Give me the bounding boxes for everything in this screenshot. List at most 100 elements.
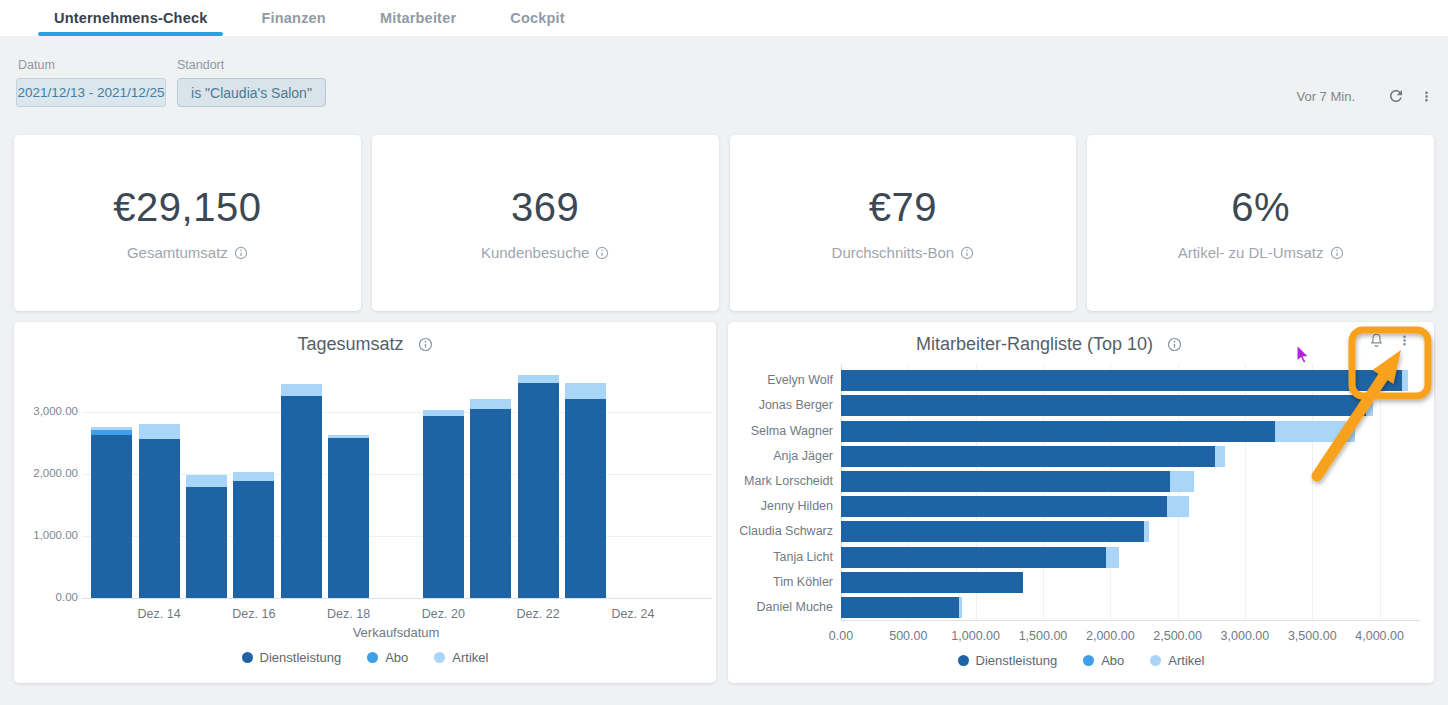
kebab-menu-icon[interactable] bbox=[1419, 89, 1434, 104]
legend-dot bbox=[1083, 655, 1094, 666]
bar-dez-16[interactable] bbox=[233, 472, 274, 598]
category-label: Tim Köhler bbox=[728, 575, 833, 589]
bar-tanja-licht[interactable] bbox=[841, 547, 1119, 568]
x-axis-tick-label: Dez. 16 bbox=[214, 607, 294, 621]
info-icon[interactable] bbox=[1330, 246, 1344, 260]
bar-dez-14[interactable] bbox=[139, 424, 180, 598]
bar-evelyn-wolf[interactable] bbox=[841, 370, 1408, 391]
bar-segment-dienstleistung bbox=[841, 597, 959, 618]
x-axis-tick-label: 1,500.00 bbox=[1008, 629, 1078, 643]
x-axis-tick-label: 3,000.00 bbox=[1210, 629, 1280, 643]
category-label: Daniel Muche bbox=[728, 600, 833, 614]
category-label: Anja Jäger bbox=[728, 449, 833, 463]
info-icon[interactable] bbox=[418, 337, 433, 352]
bar-mark-lorscheidt[interactable] bbox=[841, 471, 1194, 492]
kpi-label-text: Gesamtumsatz bbox=[127, 244, 228, 261]
bar-dez-13[interactable] bbox=[91, 427, 132, 598]
x-axis-tick-label: Dez. 14 bbox=[119, 607, 199, 621]
kebab-menu-icon[interactable] bbox=[1397, 333, 1412, 348]
chart-title: Mitarbeiter-Rangliste (Top 10) bbox=[728, 334, 1370, 355]
date-range-input[interactable]: 2021/12/13 - 2021/12/25 bbox=[16, 78, 166, 107]
bar-segment-artikel bbox=[1144, 521, 1149, 542]
x-axis-tick-label: Dez. 24 bbox=[593, 607, 673, 621]
kpi-label-text: Durchschnitts-Bon bbox=[832, 244, 955, 261]
legend-item-abo[interactable]: Abo bbox=[367, 650, 408, 665]
gridline-y bbox=[82, 598, 712, 599]
kpi-value: €29,150 bbox=[113, 185, 261, 230]
bar-tim-k-hler[interactable] bbox=[841, 572, 1023, 593]
x-axis-tick-label: 3,500.00 bbox=[1277, 629, 1347, 643]
info-icon[interactable] bbox=[960, 246, 974, 260]
bar-segment-dienstleistung bbox=[841, 446, 1215, 467]
bar-segment-dienstleistung bbox=[470, 409, 511, 598]
bell-icon[interactable] bbox=[1368, 332, 1385, 349]
refresh-icon[interactable] bbox=[1387, 87, 1405, 105]
bar-segment-dienstleistung bbox=[423, 416, 464, 598]
kpi-value: 369 bbox=[511, 185, 579, 230]
legend-item-dienstleistung[interactable]: Dienstleistung bbox=[958, 653, 1058, 668]
bar-segment-artikel bbox=[186, 475, 227, 487]
info-icon[interactable] bbox=[1167, 337, 1182, 352]
bar-segment-artikel bbox=[139, 424, 180, 440]
x-axis-title: Verkaufsdatum bbox=[88, 625, 704, 640]
gridline-y bbox=[82, 412, 712, 413]
x-axis-tick-label: Dez. 18 bbox=[309, 607, 389, 621]
legend-item-abo[interactable]: Abo bbox=[1083, 653, 1124, 668]
datum-label: Datum bbox=[18, 58, 55, 72]
bar-segment-dienstleistung bbox=[841, 395, 1366, 416]
last-refresh-text: Vor 7 Min. bbox=[1296, 89, 1355, 104]
chart-title-text: Mitarbeiter-Rangliste (Top 10) bbox=[916, 334, 1153, 355]
tab-bar: Unternehmens-Check Finanzen Mitarbeiter Coc… bbox=[0, 0, 1448, 36]
bar-jenny-hilden[interactable] bbox=[841, 496, 1189, 517]
category-label: Mark Lorscheidt bbox=[728, 474, 833, 488]
x-axis-tick-label: 2,000.00 bbox=[1075, 629, 1145, 643]
tab-cockpit[interactable]: Cockpit bbox=[494, 0, 581, 36]
bar-dez-15[interactable] bbox=[186, 475, 227, 598]
bar-dez-18[interactable] bbox=[328, 435, 369, 598]
legend-label: Abo bbox=[1101, 653, 1124, 668]
bar-selma-wagner[interactable] bbox=[841, 421, 1355, 442]
bar-jonas-berger[interactable] bbox=[841, 395, 1373, 416]
standort-filter-value: is "Claudia's Salon" bbox=[191, 85, 312, 101]
bar-anja-j-ger[interactable] bbox=[841, 446, 1225, 467]
chart-legend: Dienstleistung Abo Artikel bbox=[14, 650, 716, 665]
legend-item-dienstleistung[interactable]: Dienstleistung bbox=[242, 650, 342, 665]
rangliste-chart-card: Mitarbeiter-Rangliste (Top 10)0.00500.00… bbox=[728, 322, 1434, 683]
bar-segment-artikel bbox=[1366, 395, 1373, 416]
info-icon[interactable] bbox=[234, 246, 248, 260]
standort-filter-chip[interactable]: is "Claudia's Salon" bbox=[177, 78, 326, 107]
tab-finanzen[interactable]: Finanzen bbox=[245, 0, 341, 36]
chart-card-icons bbox=[1368, 332, 1412, 349]
kpi-value: €79 bbox=[869, 185, 937, 230]
tab-unternehmens-check[interactable]: Unternehmens-Check bbox=[38, 0, 223, 36]
bar-segment-artikel bbox=[233, 472, 274, 480]
bar-segment-dienstleistung bbox=[518, 383, 559, 598]
bar-claudia-schwarz[interactable] bbox=[841, 521, 1149, 542]
bar-dez-23[interactable] bbox=[565, 383, 606, 598]
x-axis-tick-label: 2,500.00 bbox=[1143, 629, 1213, 643]
legend-label: Dienstleistung bbox=[260, 650, 342, 665]
legend-item-artikel[interactable]: Artikel bbox=[434, 650, 488, 665]
kpi-card-artikel-zu-dl-umsatz: 6%Artikel- zu DL-Umsatz bbox=[1087, 135, 1434, 311]
legend-dot bbox=[367, 652, 378, 663]
bar-segment-artikel bbox=[281, 384, 322, 396]
bar-segment-dienstleistung bbox=[841, 421, 1275, 442]
info-icon[interactable] bbox=[595, 246, 609, 260]
tab-mitarbeiter[interactable]: Mitarbeiter bbox=[364, 0, 472, 36]
bar-dez-17[interactable] bbox=[281, 384, 322, 598]
bar-segment-dienstleistung bbox=[328, 438, 369, 598]
bar-dez-21[interactable] bbox=[470, 399, 511, 598]
legend-item-artikel[interactable]: Artikel bbox=[1150, 653, 1204, 668]
bar-dez-20[interactable] bbox=[423, 410, 464, 598]
tab-label: Unternehmens-Check bbox=[54, 10, 207, 26]
bar-segment-artikel bbox=[1170, 471, 1194, 492]
bar-segment-dienstleistung bbox=[186, 487, 227, 598]
category-label: Jenny Hilden bbox=[728, 499, 833, 513]
legend-label: Dienstleistung bbox=[976, 653, 1058, 668]
category-label: Tanja Licht bbox=[728, 550, 833, 564]
bar-dez-22[interactable] bbox=[518, 375, 559, 598]
bar-daniel-muche[interactable] bbox=[841, 597, 962, 618]
bar-segment-artikel bbox=[1106, 547, 1119, 568]
bar-segment-dienstleistung bbox=[91, 435, 132, 598]
bar-segment-dienstleistung bbox=[841, 370, 1402, 391]
